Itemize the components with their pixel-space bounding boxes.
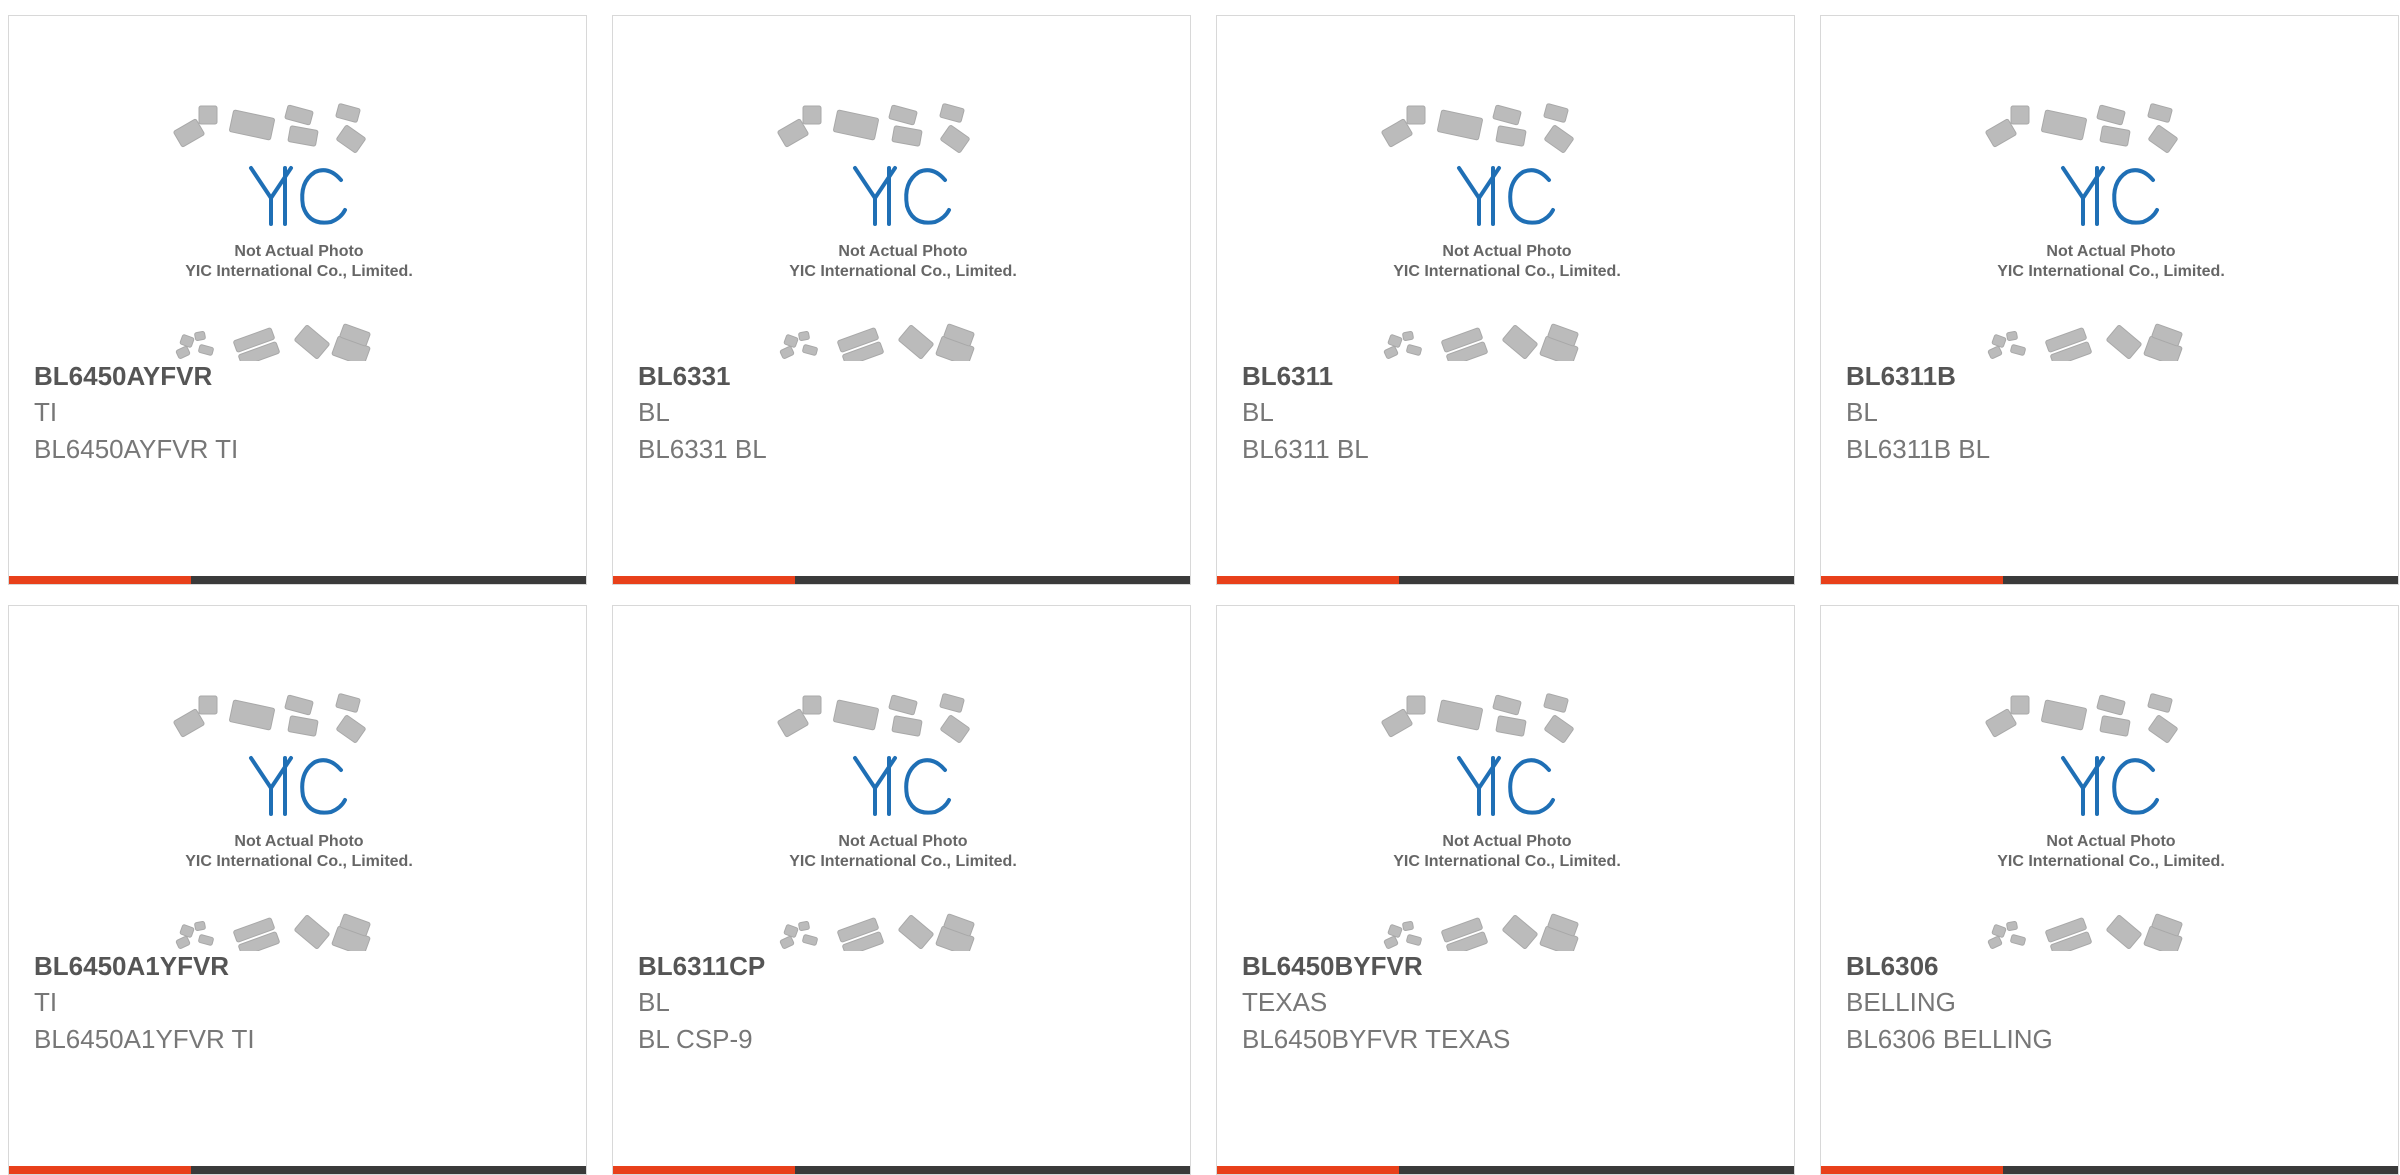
card-bottom-bar — [9, 1166, 586, 1174]
product-card[interactable]: Not Actual Photo YIC International Co., L… — [8, 605, 587, 1175]
product-card[interactable]: Not Actual Photo YIC International Co., L… — [1820, 15, 2399, 585]
placeholder-caption-1: Not Actual Photo — [2046, 243, 2175, 260]
product-part-number[interactable]: BL6450A1YFVR — [34, 948, 566, 984]
card-accent-bar — [9, 1166, 191, 1174]
product-description: BL6306 BELLING — [1846, 1024, 2053, 1054]
yic-logo-icon: Not Actual Photo YIC International Co., L… — [1985, 693, 2225, 951]
product-part-number[interactable]: BL6331 — [638, 358, 1170, 394]
product-part-number[interactable]: BL6311B — [1846, 358, 2378, 394]
placeholder-caption-2: YIC International Co., Limited. — [789, 853, 1017, 870]
placeholder-caption-2: YIC International Co., Limited. — [1997, 853, 2225, 870]
product-manufacturer: TI — [34, 987, 58, 1017]
yic-logo-icon: Not Actual Photo YIC International Co., L… — [1381, 103, 1621, 361]
product-info: BL6331 BL BL6331 BL — [638, 358, 1170, 468]
product-part-number[interactable]: BL6311CP — [638, 948, 1170, 984]
card-accent-bar — [613, 1166, 795, 1174]
product-image[interactable]: Not Actual Photo YIC International Co., L… — [1367, 96, 1647, 361]
placeholder-caption-2: YIC International Co., Limited. — [1997, 263, 2225, 280]
product-info: BL6306 BELLING BL6306 BELLING — [1846, 948, 2378, 1058]
product-image[interactable]: Not Actual Photo YIC International Co., L… — [1367, 686, 1647, 951]
card-bottom-bar — [9, 576, 586, 584]
product-card[interactable]: Not Actual Photo YIC International Co., L… — [1216, 605, 1795, 1175]
product-info: BL6311 BL BL6311 BL — [1242, 358, 1774, 468]
yic-logo-icon: Not Actual Photo YIC International Co., L… — [777, 103, 1017, 361]
yic-logo-icon: Not Actual Photo YIC International Co., L… — [173, 693, 413, 951]
product-manufacturer: BL — [638, 987, 670, 1017]
product-description: BL6450BYFVR TEXAS — [1242, 1024, 1511, 1054]
product-image[interactable]: Not Actual Photo YIC International Co., L… — [1971, 96, 2251, 361]
placeholder-caption-2: YIC International Co., Limited. — [1393, 263, 1621, 280]
product-description: BL6450A1YFVR TI — [34, 1024, 255, 1054]
card-accent-bar — [613, 576, 795, 584]
product-image[interactable]: Not Actual Photo YIC International Co., L… — [763, 96, 1043, 361]
product-part-number[interactable]: BL6450BYFVR — [1242, 948, 1774, 984]
product-manufacturer: BL — [638, 397, 670, 427]
placeholder-caption-2: YIC International Co., Limited. — [185, 853, 413, 870]
card-bottom-bar — [613, 576, 1190, 584]
card-bottom-bar — [1821, 576, 2398, 584]
product-info: BL6311B BL BL6311B BL — [1846, 358, 2378, 468]
product-manufacturer: BL — [1846, 397, 1878, 427]
product-description: BL6311 BL — [1242, 434, 1369, 464]
product-description: BL CSP-9 — [638, 1024, 753, 1054]
placeholder-caption-1: Not Actual Photo — [838, 833, 967, 850]
card-accent-bar — [1821, 1166, 2003, 1174]
product-description: BL6450AYFVR TI — [34, 434, 239, 464]
card-bottom-bar — [1821, 1166, 2398, 1174]
product-info: BL6450BYFVR TEXAS BL6450BYFVR TEXAS — [1242, 948, 1774, 1058]
yic-logo-icon: Not Actual Photo YIC International Co., L… — [1985, 103, 2225, 361]
product-manufacturer: TEXAS — [1242, 987, 1328, 1017]
placeholder-caption-1: Not Actual Photo — [1442, 833, 1571, 850]
product-card[interactable]: Not Actual Photo YIC International Co., L… — [1216, 15, 1795, 585]
product-description: BL6331 BL — [638, 434, 767, 464]
placeholder-caption-1: Not Actual Photo — [2046, 833, 2175, 850]
product-card[interactable]: Not Actual Photo YIC International Co., L… — [8, 15, 587, 585]
placeholder-caption-1: Not Actual Photo — [1442, 243, 1571, 260]
product-image[interactable]: Not Actual Photo YIC International Co., L… — [763, 686, 1043, 951]
placeholder-caption-2: YIC International Co., Limited. — [1393, 853, 1621, 870]
yic-logo-icon: Not Actual Photo YIC International Co., L… — [777, 693, 1017, 951]
product-part-number[interactable]: BL6450AYFVR — [34, 358, 566, 394]
product-info: BL6450AYFVR TI BL6450AYFVR TI — [34, 358, 566, 468]
product-part-number[interactable]: BL6311 — [1242, 358, 1774, 394]
product-grid: Not Actual Photo YIC International Co., L… — [8, 15, 2400, 1175]
placeholder-caption-1: Not Actual Photo — [838, 243, 967, 260]
product-image[interactable]: Not Actual Photo YIC International Co., L… — [1971, 686, 2251, 951]
card-bottom-bar — [1217, 1166, 1794, 1174]
card-accent-bar — [1821, 576, 2003, 584]
yic-logo-icon: Not Actual Photo YIC International Co., L… — [1381, 693, 1621, 951]
product-info: BL6450A1YFVR TI BL6450A1YFVR TI — [34, 948, 566, 1058]
placeholder-caption-1: Not Actual Photo — [234, 243, 363, 260]
product-image[interactable]: Not Actual Photo YIC International Co., L… — [159, 686, 439, 951]
card-accent-bar — [9, 576, 191, 584]
product-description: BL6311B BL — [1846, 434, 1991, 464]
product-manufacturer: TI — [34, 397, 58, 427]
card-bottom-bar — [1217, 576, 1794, 584]
product-manufacturer: BL — [1242, 397, 1274, 427]
placeholder-caption-1: Not Actual Photo — [234, 833, 363, 850]
card-accent-bar — [1217, 576, 1399, 584]
card-bottom-bar — [613, 1166, 1190, 1174]
card-accent-bar — [1217, 1166, 1399, 1174]
placeholder-caption-2: YIC International Co., Limited. — [789, 263, 1017, 280]
placeholder-caption-2: YIC International Co., Limited. — [185, 263, 413, 280]
product-info: BL6311CP BL BL CSP-9 — [638, 948, 1170, 1058]
product-card[interactable]: Not Actual Photo YIC International Co., L… — [1820, 605, 2399, 1175]
product-manufacturer: BELLING — [1846, 987, 1956, 1017]
yic-logo-icon: Not Actual Photo YIC International Co., L… — [173, 103, 413, 361]
product-image[interactable]: Not Actual Photo YIC International Co., L… — [159, 96, 439, 361]
product-part-number[interactable]: BL6306 — [1846, 948, 2378, 984]
product-card[interactable]: Not Actual Photo YIC International Co., L… — [612, 15, 1191, 585]
product-card[interactable]: Not Actual Photo YIC International Co., L… — [612, 605, 1191, 1175]
